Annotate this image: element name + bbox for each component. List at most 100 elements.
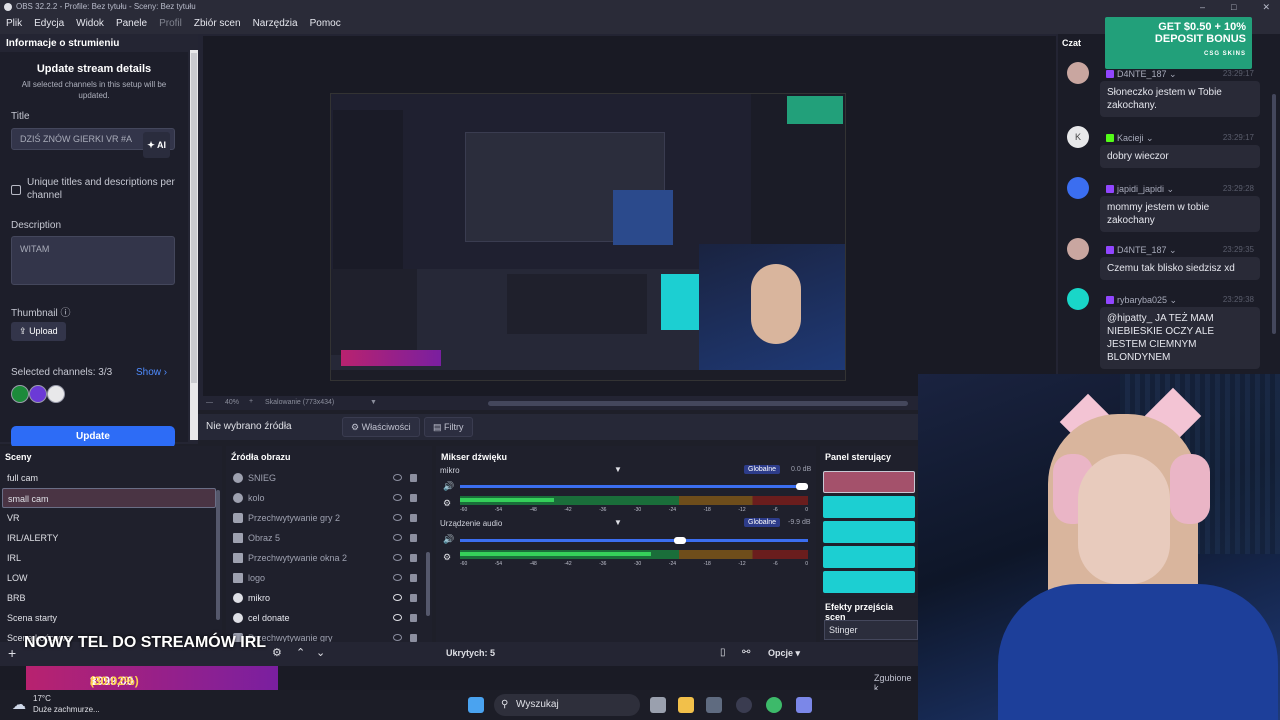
show-channels-link[interactable]: Show ›	[136, 367, 167, 378]
hidden-eye-icon[interactable]	[393, 494, 402, 501]
menu-edit[interactable]: Edycja	[28, 14, 70, 34]
volume-slider[interactable]	[460, 485, 808, 488]
lock-icon[interactable]	[410, 474, 417, 482]
source-item[interactable]: logo	[226, 568, 432, 588]
source-item[interactable]: Przechwytywanie okna 2	[226, 548, 432, 568]
unique-titles-checkbox[interactable]	[11, 185, 21, 195]
title-input[interactable]: DZIŚ ZNÓW GIERKI VR #A ✦ AI	[11, 128, 175, 158]
hidden-eye-icon[interactable]	[393, 474, 402, 481]
chat-username[interactable]: D4NTE_187 ⌄	[1106, 69, 1177, 80]
scene-item-selected[interactable]: small cam	[2, 488, 216, 508]
zoom-out-button[interactable]: —	[206, 399, 213, 406]
scene-item[interactable]: VR	[0, 508, 222, 528]
lock-icon[interactable]	[410, 574, 417, 582]
properties-button[interactable]: ⚙ Właściwości	[342, 417, 420, 437]
move-up-button[interactable]: ⌃	[296, 646, 305, 659]
user-avatar[interactable]	[1067, 238, 1089, 260]
chat-username[interactable]: rybaryba025 ⌄	[1106, 295, 1177, 306]
scene-item[interactable]: full cam	[0, 468, 222, 488]
discord-icon[interactable]	[796, 697, 812, 713]
menu-help[interactable]: Pomoc	[304, 14, 347, 34]
speaker-icon[interactable]: 🔊	[443, 481, 454, 492]
user-avatar[interactable]	[1067, 288, 1089, 310]
store-icon[interactable]	[706, 697, 722, 713]
scene-item[interactable]: BRB	[0, 588, 222, 608]
speaker-icon[interactable]: 🔊	[443, 534, 454, 545]
scenes-scrollbar[interactable]	[216, 490, 220, 620]
lock-icon[interactable]	[410, 634, 417, 642]
volume-knob[interactable]	[796, 483, 808, 490]
transition-select[interactable]: Stinger	[824, 620, 918, 640]
sources-scrollbar[interactable]	[426, 552, 430, 616]
hidden-eye-icon[interactable]	[393, 534, 402, 541]
settings-button[interactable]	[823, 571, 915, 593]
kick-channel-avatar[interactable]	[11, 385, 29, 403]
scene-item[interactable]: IRL	[0, 548, 222, 568]
menu-file[interactable]: Plik	[0, 14, 28, 34]
program-preview[interactable]	[330, 93, 846, 381]
scene-item[interactable]: IRL/ALERTY	[0, 528, 222, 548]
p-channel-avatar[interactable]	[47, 385, 65, 403]
zoom-in-button[interactable]: +	[249, 398, 253, 405]
lock-icon[interactable]	[410, 614, 417, 622]
chat-username[interactable]: D4NTE_187 ⌄	[1106, 245, 1177, 256]
mixer-layout-icon[interactable]: ▯	[720, 647, 726, 658]
update-button[interactable]: Update	[11, 426, 175, 448]
chrome-icon[interactable]	[766, 697, 782, 713]
user-avatar[interactable]: K	[1067, 126, 1089, 148]
visible-eye-icon[interactable]	[393, 594, 402, 601]
source-item[interactable]: Przechwytywanie gry 2	[226, 508, 432, 528]
lock-icon[interactable]	[410, 494, 417, 502]
audio-settings-icon[interactable]: ⚙	[443, 552, 451, 563]
add-scene-button[interactable]: +	[8, 645, 16, 661]
description-input[interactable]: WITAM	[11, 236, 175, 285]
menu-view[interactable]: Widok	[70, 14, 110, 34]
taskbar-search[interactable]: ⚲ Wyszukaj	[494, 694, 640, 716]
channel-menu-icon[interactable]: ▼	[614, 465, 622, 474]
scene-item[interactable]: LOW	[0, 568, 222, 588]
minimize-button[interactable]: –	[1200, 0, 1205, 14]
start-streaming-button[interactable]	[823, 471, 915, 493]
upload-button[interactable]: ⇪ Upload	[11, 322, 66, 341]
hidden-eye-icon[interactable]	[393, 554, 402, 561]
obs-taskbar-icon[interactable]	[736, 697, 752, 713]
source-item[interactable]: Obraz 5	[226, 528, 432, 548]
lock-icon[interactable]	[410, 534, 417, 542]
user-avatar[interactable]	[1067, 177, 1089, 199]
source-item[interactable]: SNIEG	[226, 468, 432, 488]
lock-icon[interactable]	[410, 594, 417, 602]
volume-slider[interactable]	[460, 539, 808, 542]
hidden-eye-icon[interactable]	[393, 634, 402, 641]
channel-menu-icon[interactable]: ▼	[614, 518, 622, 527]
menu-profile[interactable]: Profil	[153, 14, 188, 34]
mixer-link-icon[interactable]: ⚯	[742, 647, 750, 658]
menu-scene-collection[interactable]: Zbiór scen	[188, 14, 247, 34]
source-item[interactable]: cel donate	[226, 608, 432, 628]
file-explorer-icon[interactable]	[678, 697, 694, 713]
source-item[interactable]: kolo	[226, 488, 432, 508]
visible-eye-icon[interactable]	[393, 614, 402, 621]
options-button[interactable]: Opcje ▾	[768, 648, 800, 659]
hidden-eye-icon[interactable]	[393, 574, 402, 581]
start-recording-button[interactable]	[823, 496, 915, 518]
filters-button[interactable]: ▤ Filtry	[424, 417, 473, 437]
ad-banner[interactable]: GET $0.50 + 10% DEPOSIT BONUS CSG SKINS	[1105, 17, 1252, 69]
menu-tools[interactable]: Narzędzia	[247, 14, 304, 34]
studio-mode-button[interactable]	[823, 546, 915, 568]
move-down-button[interactable]: ⌄	[316, 646, 325, 659]
volume-knob[interactable]	[674, 537, 687, 544]
scene-item[interactable]: Scena starty	[0, 608, 222, 628]
start-icon[interactable]	[468, 697, 484, 713]
scaling-dropdown-icon[interactable]: ▼	[370, 399, 377, 406]
ai-button[interactable]: ✦ AI	[143, 132, 170, 158]
maximize-button[interactable]: □	[1231, 0, 1236, 14]
lock-icon[interactable]	[410, 514, 417, 522]
task-view-icon[interactable]	[650, 697, 666, 713]
info-scrollbar[interactable]	[190, 50, 198, 440]
lock-icon[interactable]	[410, 554, 417, 562]
chat-username[interactable]: japidi_japidi ⌄	[1106, 184, 1174, 195]
horizontal-scrollbar[interactable]	[488, 401, 908, 406]
twitch-channel-avatar[interactable]	[29, 385, 47, 403]
audio-settings-icon[interactable]: ⚙	[443, 498, 451, 509]
hidden-eye-icon[interactable]	[393, 514, 402, 521]
